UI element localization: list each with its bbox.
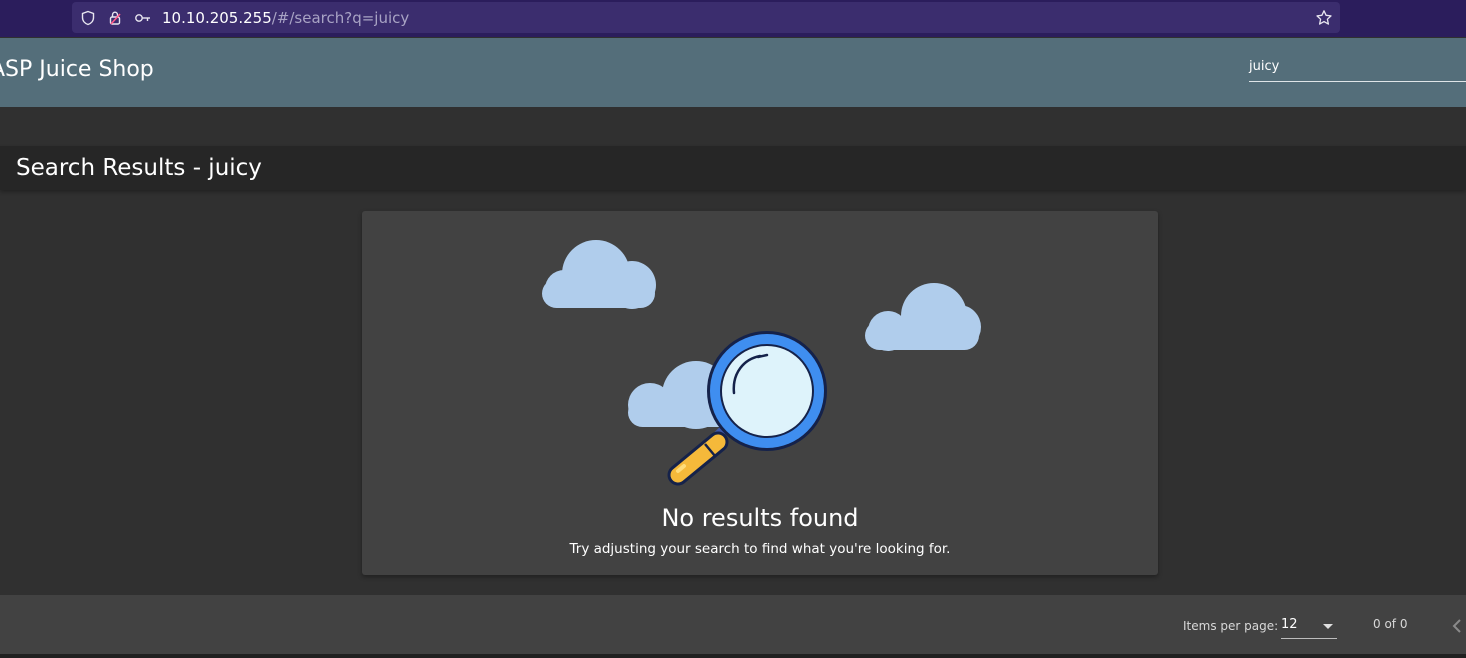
search-value: juicy xyxy=(1249,59,1280,74)
key-icon[interactable] xyxy=(134,9,152,27)
no-results-title: No results found xyxy=(661,504,859,532)
app-toolbar: ASP Juice Shop juicy xyxy=(0,38,1466,107)
range-label: 0 of 0 xyxy=(1373,617,1408,631)
heading-bar: Search Results - juicy xyxy=(0,146,1466,190)
url-path: /#/search?q=juicy xyxy=(271,9,410,27)
app-title[interactable]: ASP Juice Shop xyxy=(0,56,154,84)
cloud-icon xyxy=(865,283,981,351)
address-bar[interactable]: 10.10.205.255/#/search?q=juicy xyxy=(72,2,1340,33)
browser-toolbar: 10.10.205.255/#/search?q=juicy xyxy=(0,0,1466,37)
chevron-left-icon xyxy=(1452,619,1461,633)
url-text: 10.10.205.255/#/search?q=juicy xyxy=(162,8,409,28)
paginator: Items per page: 12 0 of 0 xyxy=(0,595,1466,654)
star-icon[interactable] xyxy=(1315,9,1333,27)
dropdown-arrow-icon xyxy=(1323,624,1333,629)
previous-page-button[interactable] xyxy=(1446,615,1466,637)
no-results-illustration xyxy=(542,240,981,486)
cloud-icon xyxy=(542,240,656,309)
no-results-card: No results found Try adjusting your sear… xyxy=(362,211,1158,575)
lock-icon[interactable] xyxy=(106,9,124,27)
bottom-divider xyxy=(0,654,1466,658)
items-per-page-value: 12 xyxy=(1281,617,1298,632)
no-results-message: Try adjusting your search to find what y… xyxy=(569,541,951,557)
search-input[interactable]: juicy xyxy=(1249,58,1466,82)
items-per-page-label: Items per page: xyxy=(1183,619,1279,633)
shield-icon[interactable] xyxy=(79,9,97,27)
items-per-page-select[interactable]: 12 xyxy=(1281,615,1337,639)
url-host: 10.10.205.255 xyxy=(162,9,272,27)
page-title: Search Results - juicy xyxy=(16,155,262,181)
